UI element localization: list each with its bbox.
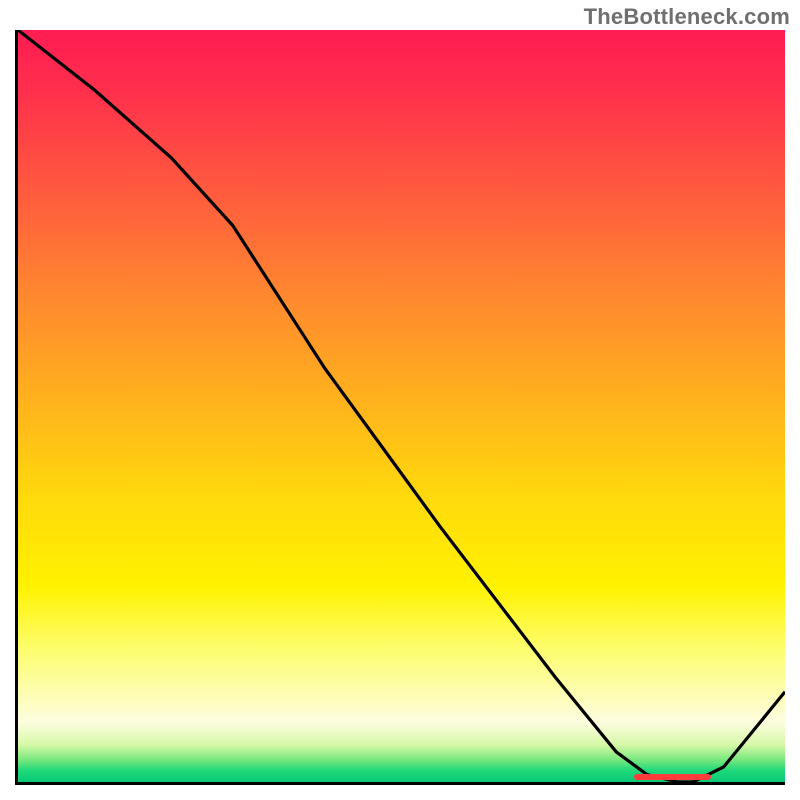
watermark-text: TheBottleneck.com: [584, 4, 790, 30]
plot-area: [15, 30, 785, 785]
curve-layer: [18, 30, 785, 782]
optimal-zone-marker: [634, 774, 711, 780]
chart-stage: TheBottleneck.com: [0, 0, 800, 800]
bottleneck-curve: [18, 30, 785, 782]
